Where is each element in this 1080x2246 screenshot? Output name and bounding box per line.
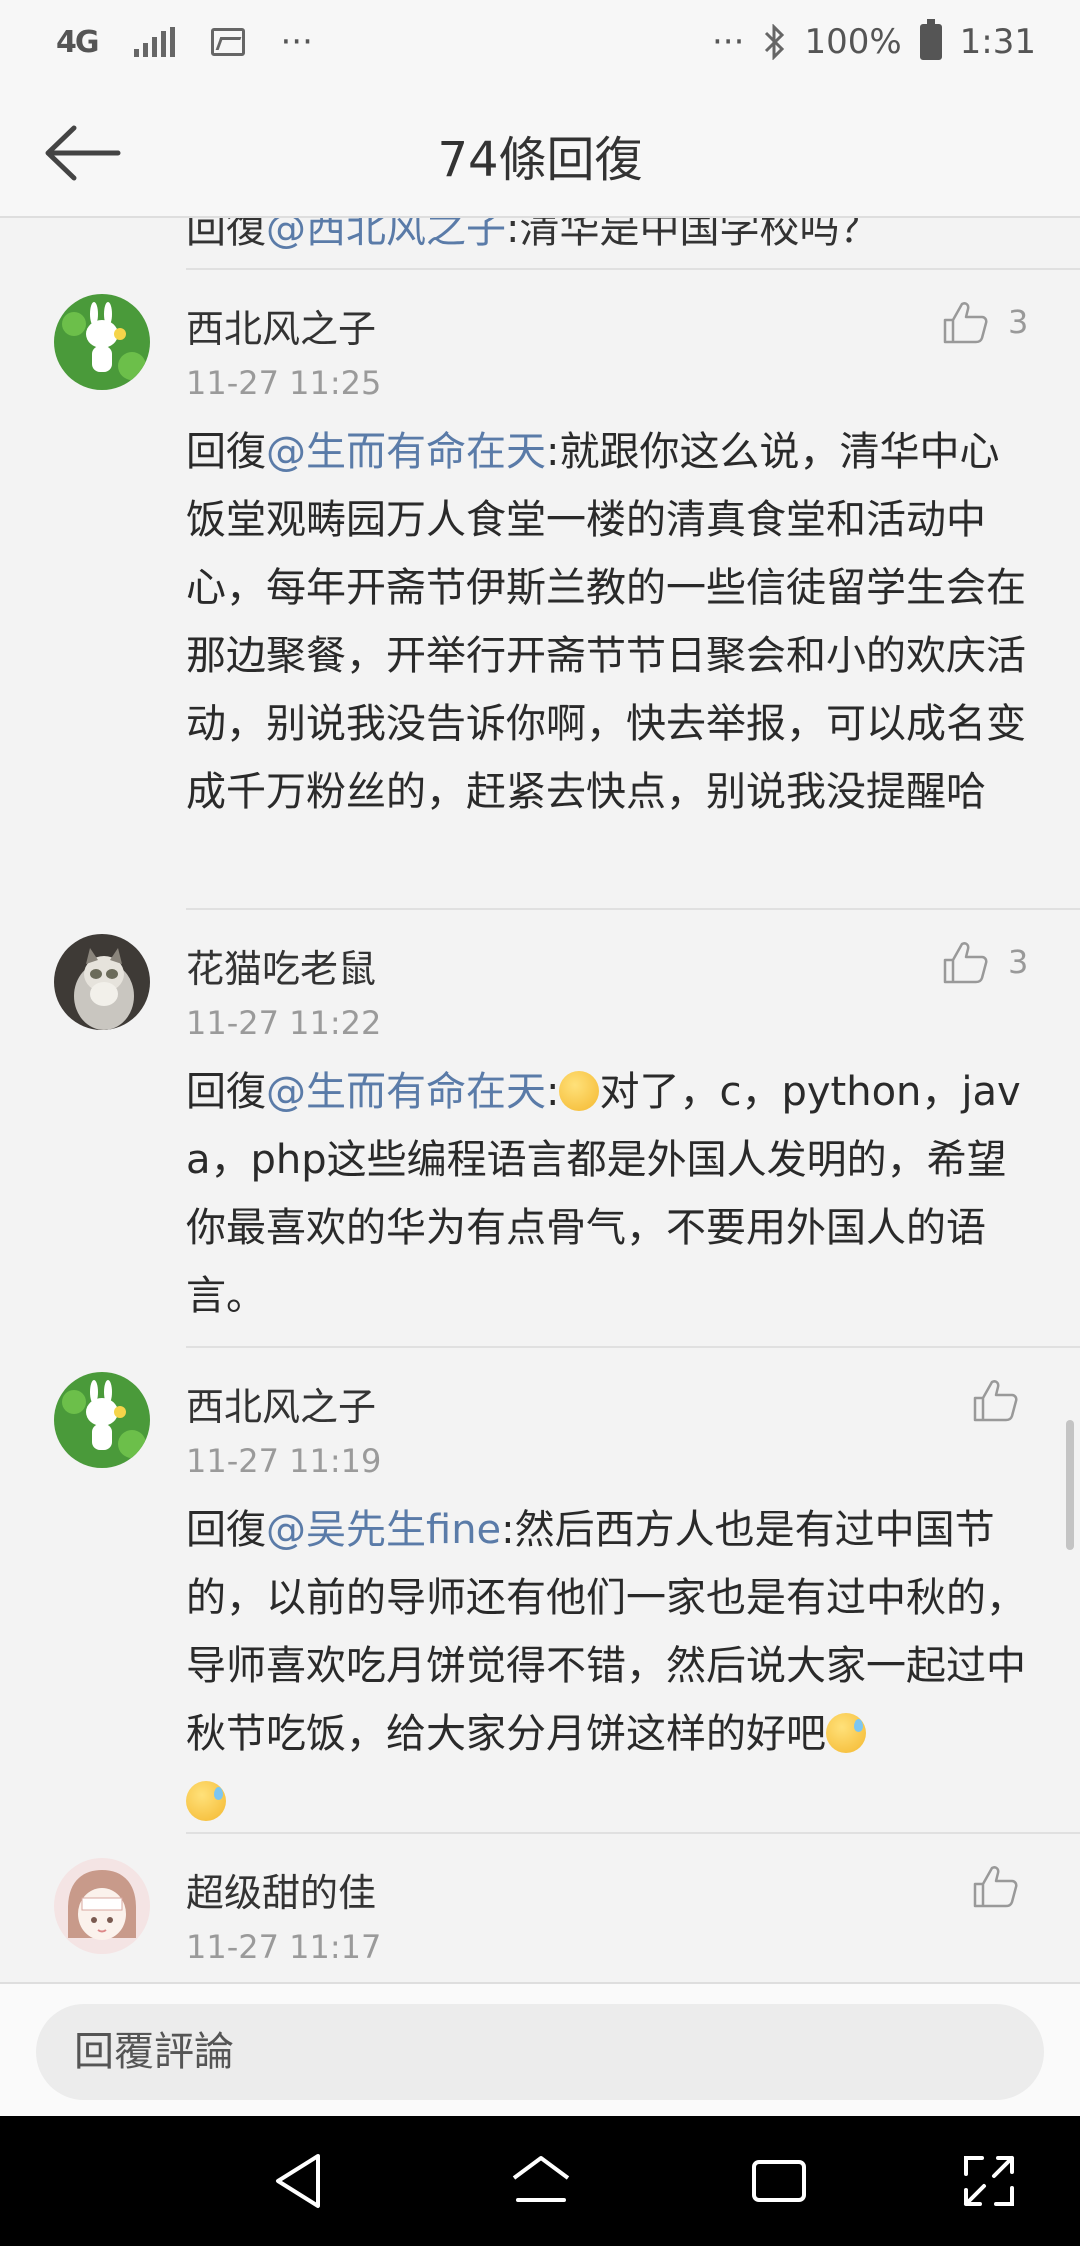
timestamp: 11-27 11:22 xyxy=(186,1004,382,1042)
divider xyxy=(186,1346,1080,1348)
signal-strength-icon xyxy=(133,27,175,57)
mention-link[interactable]: @西北风之子 xyxy=(266,218,506,252)
thumbs-up-icon xyxy=(973,1380,1018,1422)
timestamp: 11-27 11:17 xyxy=(186,1928,382,1966)
more-notifications-indicator: ··· xyxy=(280,22,313,62)
username[interactable]: 西北风之子 xyxy=(186,298,376,353)
comment-list[interactable]: 回復@西北风之子:清华是中国学校吗？ 西北风之子 11-27 11:25 3 回… xyxy=(0,218,1080,1982)
expand-icon[interactable] xyxy=(956,2148,1022,2214)
battery-percentage: 100% xyxy=(804,22,902,62)
divider xyxy=(186,908,1080,910)
clock: 1:31 xyxy=(959,22,1036,62)
battery-icon xyxy=(919,19,942,60)
username[interactable]: 西北风之子 xyxy=(186,1376,376,1431)
thinking-face-emoji-icon xyxy=(559,1071,600,1111)
thumbs-up-icon xyxy=(943,302,988,344)
like-button[interactable]: 3 xyxy=(942,300,1028,344)
sweat-face-emoji-icon xyxy=(186,1781,226,1821)
divider xyxy=(186,1832,1080,1834)
username[interactable]: 超级甜的佳 xyxy=(186,1862,376,1917)
like-count: 3 xyxy=(1008,943,1029,981)
triangle-back-icon[interactable] xyxy=(268,2148,334,2214)
timestamp: 11-27 11:25 xyxy=(186,364,382,402)
avatar[interactable] xyxy=(54,1858,150,1954)
image-notification-icon xyxy=(210,28,245,56)
mention-link[interactable]: @吴先生fine xyxy=(266,1507,501,1553)
scrollbar-thumb[interactable] xyxy=(1066,1420,1074,1550)
avatar[interactable] xyxy=(54,934,150,1030)
thumbs-up-icon xyxy=(943,942,988,984)
comment-text: 回復@生而有命在天: 对了，c，python，java，php这些编程语言都是外国… xyxy=(186,1069,1021,1319)
like-button[interactable] xyxy=(972,1864,1018,1908)
partial-comment-text: 回復@西北风之子:清华是中国学校吗？ xyxy=(186,218,879,254)
thumbs-up-icon xyxy=(973,1866,1018,1908)
status-bar: 4G ··· ··· 100% 1:31 xyxy=(0,0,1080,92)
username[interactable]: 花猫吃老鼠 xyxy=(186,938,376,993)
mention-link[interactable]: @生而有命在天 xyxy=(266,1069,546,1115)
sweat-face-emoji-icon xyxy=(826,1713,866,1753)
comment-text: 回復@吴先生fine:然后西方人也是有过中国节的，以前的导师还有他们一家也是有过… xyxy=(186,1496,1032,1836)
mention-link[interactable]: @生而有命在天 xyxy=(266,429,546,475)
like-button[interactable]: 3 xyxy=(942,940,1028,984)
home-icon[interactable] xyxy=(508,2148,574,2214)
timestamp: 11-27 11:19 xyxy=(186,1442,382,1480)
like-count: 3 xyxy=(1008,303,1029,341)
recents-icon[interactable] xyxy=(746,2148,812,2214)
network-type-indicator: 4G xyxy=(56,24,99,60)
avatar[interactable] xyxy=(54,294,150,390)
reply-bar: 回覆評論 xyxy=(0,1982,1080,2116)
divider xyxy=(186,268,1080,270)
comment-text: 回復@生而有命在天:就跟你这么说，清华中心饭堂观畴园万人食堂一楼的清真食堂和活动… xyxy=(186,429,1026,815)
avatar[interactable] xyxy=(54,1372,150,1468)
system-navigation-bar xyxy=(0,2116,1080,2246)
bluetooth-icon xyxy=(765,24,785,60)
like-button[interactable] xyxy=(972,1378,1018,1422)
title-bar: 74條回復 xyxy=(0,92,1080,218)
page-title: 74條回復 xyxy=(437,132,643,188)
more-status-indicator: ··· xyxy=(712,22,745,62)
reply-input[interactable]: 回覆評論 xyxy=(36,2004,1044,2100)
